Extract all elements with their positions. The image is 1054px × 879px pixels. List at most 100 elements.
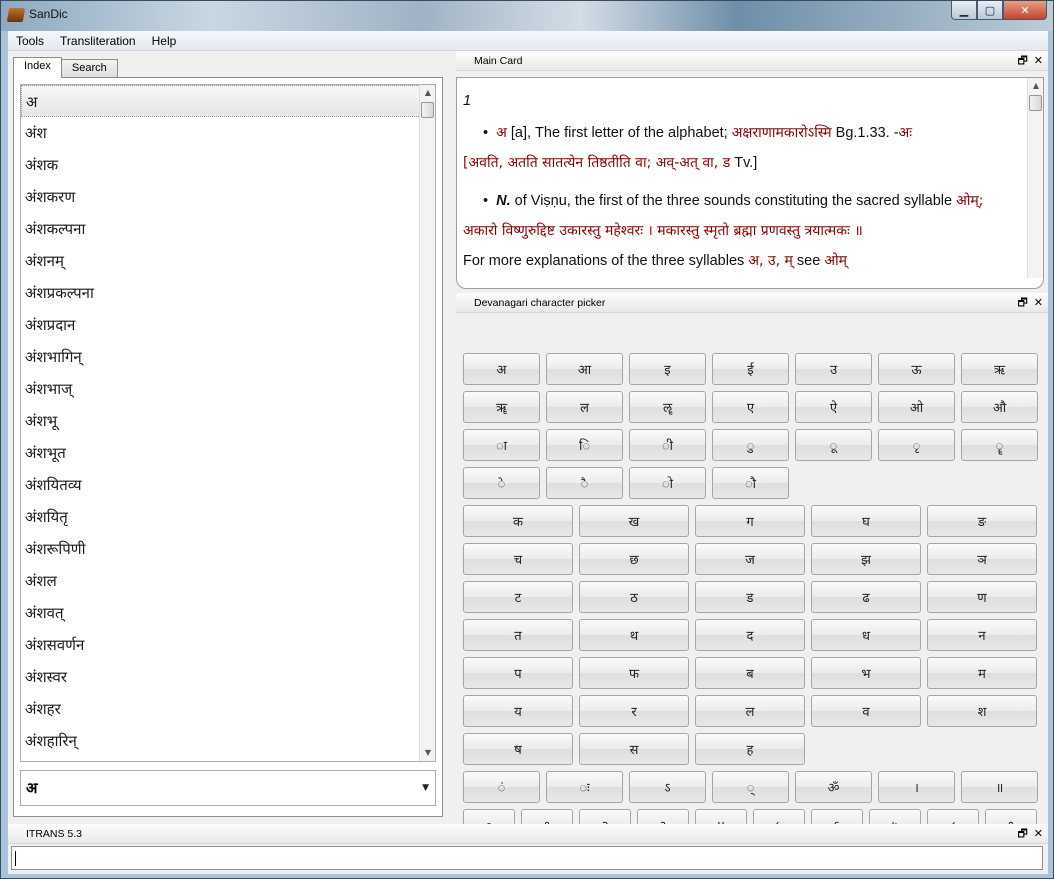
close-icon[interactable]: ✕ <box>1034 824 1043 844</box>
picker-key[interactable]: ड <box>695 581 805 613</box>
picker-key[interactable]: ऊ <box>878 353 955 385</box>
picker-key[interactable]: ल <box>546 391 623 423</box>
picker-key[interactable]: ध <box>811 619 921 651</box>
index-item[interactable]: अंशभाज् <box>21 373 435 405</box>
picker-key[interactable]: घ <box>811 505 921 537</box>
picker-key[interactable]: ण <box>927 581 1037 613</box>
picker-key[interactable]: ु <box>712 429 789 461</box>
picker-key[interactable]: ख <box>579 505 689 537</box>
menu-help[interactable]: Help <box>144 34 185 48</box>
picker-key[interactable]: ा <box>463 429 540 461</box>
picker-key[interactable]: ी <box>629 429 706 461</box>
picker-key[interactable]: भ <box>811 657 921 689</box>
picker-key[interactable]: ः <box>546 771 623 803</box>
picker-key[interactable]: झ <box>811 543 921 575</box>
picker-key[interactable]: च <box>463 543 573 575</box>
main-card-titlebar[interactable]: Main Card 🗗 ✕ <box>456 51 1048 71</box>
picker-key[interactable]: थ <box>579 619 689 651</box>
index-scrollbar[interactable]: ▲ ▼ <box>419 85 435 761</box>
picker-key[interactable]: ृ <box>878 429 955 461</box>
itrans-titlebar[interactable]: ITRANS 5.3 🗗 ✕ <box>8 824 1048 844</box>
close-button[interactable]: ✕ <box>1003 1 1047 20</box>
picker-key[interactable]: ई <box>712 353 789 385</box>
picker-key[interactable]: ॠ <box>463 391 540 423</box>
scroll-thumb[interactable] <box>1029 95 1042 111</box>
picker-key[interactable]: द <box>695 619 805 651</box>
index-item[interactable]: अ <box>21 85 435 117</box>
picker-key[interactable]: ओ <box>878 391 955 423</box>
index-item[interactable]: अंशकरण <box>21 181 435 213</box>
picker-key[interactable]: ह <box>695 733 805 765</box>
picker-key[interactable]: ॡ <box>629 391 706 423</box>
index-item[interactable]: अंशयितृ <box>21 501 435 533</box>
index-item[interactable]: अंशभागिन् <box>21 341 435 373</box>
index-item[interactable]: अंशयितव्य <box>21 469 435 501</box>
scroll-down-icon[interactable]: ▼ <box>420 745 435 761</box>
index-item[interactable]: अंशल <box>21 565 435 597</box>
title-bar[interactable]: SanDic ▁ ▢ ✕ <box>1 1 1053 31</box>
index-item[interactable]: अंशवत् <box>21 597 435 629</box>
picker-key[interactable]: ल <box>695 695 805 727</box>
picker-key[interactable]: व <box>811 695 921 727</box>
index-item[interactable]: अंशसवर्णन <box>21 629 435 661</box>
picker-key[interactable]: ं <box>463 771 540 803</box>
chevron-down-icon[interactable]: ▼ <box>422 771 429 805</box>
picker-key[interactable]: ञ <box>927 543 1037 575</box>
picker-key[interactable]: म <box>927 657 1037 689</box>
picker-key[interactable]: ग <box>695 505 805 537</box>
picker-key[interactable]: ब <box>695 657 805 689</box>
minimize-button[interactable]: ▁ <box>951 1 977 20</box>
maximize-button[interactable]: ▢ <box>977 1 1003 20</box>
close-icon[interactable]: ✕ <box>1034 51 1043 71</box>
picker-key[interactable]: ॥ <box>961 771 1038 803</box>
picker-key[interactable]: प <box>463 657 573 689</box>
picker-key[interactable]: ष <box>463 733 573 765</box>
picker-key[interactable]: अ <box>463 353 540 385</box>
picker-key[interactable]: य <box>463 695 573 727</box>
picker-key[interactable]: उ <box>795 353 872 385</box>
index-item[interactable]: अंशकल्पना <box>21 213 435 245</box>
index-item[interactable]: अंशक <box>21 149 435 181</box>
picker-key[interactable]: ौ <box>712 467 789 499</box>
menu-tools[interactable]: Tools <box>8 34 52 48</box>
index-item[interactable]: अंशनम् <box>21 245 435 277</box>
picker-key[interactable]: । <box>878 771 955 803</box>
scroll-up-icon[interactable]: ▲ <box>420 85 435 101</box>
tab-index[interactable]: Index <box>13 57 62 78</box>
picker-key[interactable]: छ <box>579 543 689 575</box>
picker-key[interactable]: ऋ <box>961 353 1038 385</box>
picker-key[interactable]: क <box>463 505 573 537</box>
index-list[interactable]: अ अंश अंशक अंशकरण अंशकल्पना अंशनम् अंशप्रकल्पन… <box>20 84 436 762</box>
picker-key[interactable]: आ <box>546 353 623 385</box>
picker-key[interactable]: औ <box>961 391 1038 423</box>
picker-key[interactable]: ङ <box>927 505 1037 537</box>
close-icon[interactable]: ✕ <box>1034 293 1043 313</box>
picker-key[interactable]: फ <box>579 657 689 689</box>
picker-key[interactable]: ू <box>795 429 872 461</box>
index-item[interactable]: अंशभूत <box>21 437 435 469</box>
tab-search[interactable]: Search <box>60 59 118 78</box>
float-icon[interactable]: 🗗 <box>1017 293 1027 313</box>
index-item[interactable]: अंश <box>21 117 435 149</box>
picker-key[interactable]: त <box>463 619 573 651</box>
picker-key[interactable]: ै <box>546 467 623 499</box>
picker-key[interactable]: स <box>579 733 689 765</box>
index-item[interactable]: अंशहारिन् <box>21 725 435 757</box>
picker-key[interactable]: इ <box>629 353 706 385</box>
picker-key[interactable]: ो <box>629 467 706 499</box>
picker-key[interactable]: श <box>927 695 1037 727</box>
picker-key[interactable]: ॐ <box>795 771 872 803</box>
index-item[interactable]: अंशस्वर <box>21 661 435 693</box>
picker-key[interactable]: ॄ <box>961 429 1038 461</box>
card-scrollbar[interactable]: ▲ <box>1027 78 1043 278</box>
picker-key[interactable]: र <box>579 695 689 727</box>
picker-key[interactable]: ऽ <box>629 771 706 803</box>
picker-key[interactable]: ठ <box>579 581 689 613</box>
picker-key[interactable]: ् <box>712 771 789 803</box>
menu-transliteration[interactable]: Transliteration <box>52 34 144 48</box>
picker-key[interactable]: ए <box>712 391 789 423</box>
picker-key[interactable]: ज <box>695 543 805 575</box>
scroll-up-icon[interactable]: ▲ <box>1028 78 1043 94</box>
itrans-input[interactable] <box>11 846 1043 870</box>
picker-key[interactable]: े <box>463 467 540 499</box>
